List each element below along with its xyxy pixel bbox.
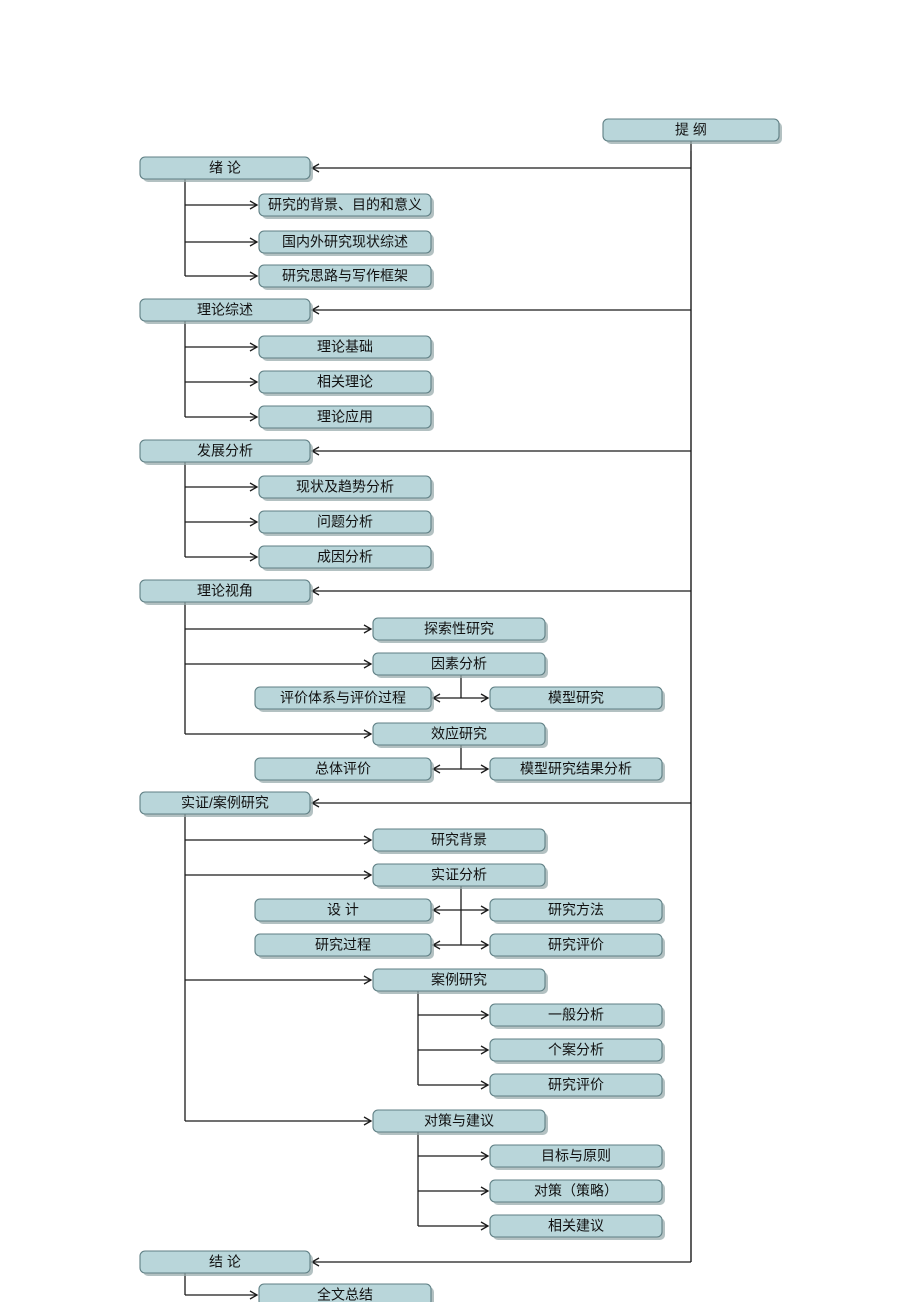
node-introduction-研究思路与写作框架[interactable]: 研究思路与写作框架 [258, 264, 434, 290]
section-box-theoretical-perspective[interactable]: 理论视角 [139, 579, 313, 605]
node-theoretical-perspective-模型研究结果分析[interactable]: 模型研究结果分析 [489, 757, 665, 783]
section-box-conclusion[interactable]: 结 论 [139, 1250, 313, 1276]
node-introduction-研究的背景、目的和意义[interactable]: 研究的背景、目的和意义 [258, 193, 434, 219]
node-theoretical-perspective-总体评价[interactable]: 总体评价 [254, 757, 434, 783]
diagram-canvas: 提 纲绪 论研究的背景、目的和意义 国内外研究现状综述 研究思路与写作框架理论综述理… [0, 0, 920, 1302]
node-empirical-case-study-目标与原则[interactable]: 目标与原则 [489, 1144, 665, 1170]
node-empirical-case-study-一般分析[interactable]: 一般分析 [489, 1003, 665, 1029]
node-empirical-case-study-设计[interactable]: 设 计 [254, 898, 434, 924]
node-development-analysis-成因分析[interactable]: 成因分析 [258, 545, 434, 571]
node-empirical-case-study-对策与建议[interactable]: 对策与建议 [372, 1109, 548, 1135]
node-empirical-case-study-研究过程[interactable]: 研究过程 [254, 933, 434, 959]
node-empirical-case-study-研究评价[interactable]: 研究评价 [489, 1073, 665, 1099]
title-box-outline[interactable]: 提 纲 [602, 118, 782, 144]
section-box-theory-review[interactable]: 理论综述 [139, 298, 313, 324]
node-empirical-case-study-研究方法[interactable]: 研究方法 [489, 898, 665, 924]
node-theoretical-perspective-探索性研究[interactable]: 探索性研究 [372, 617, 548, 643]
node-empirical-case-study-对策（策略）[interactable]: 对策（策略） [489, 1179, 665, 1205]
node-theory-review-相关理论[interactable]: 相关理论 [258, 370, 434, 396]
node-conclusion-全文总结[interactable]: 全文总结 [258, 1283, 434, 1302]
node-development-analysis-现状及趋势分析[interactable]: 现状及趋势分析 [258, 475, 434, 501]
node-development-analysis-问题分析[interactable]: 问题分析 [258, 510, 434, 536]
node-theoretical-perspective-效应研究[interactable]: 效应研究 [372, 722, 548, 748]
node-empirical-case-study-实证分析[interactable]: 实证分析 [372, 863, 548, 889]
node-theory-review-理论应用[interactable]: 理论应用 [258, 405, 434, 431]
node-empirical-case-study-个案分析[interactable]: 个案分析 [489, 1038, 665, 1064]
section-box-empirical-case-study[interactable]: 实证/案例研究 [139, 791, 313, 817]
section-box-introduction[interactable]: 绪 论 [139, 156, 313, 182]
node-empirical-case-study-案例研究[interactable]: 案例研究 [372, 968, 548, 994]
node-theoretical-perspective-因素分析[interactable]: 因素分析 [372, 652, 548, 678]
node-theory-review-理论基础[interactable]: 理论基础 [258, 335, 434, 361]
node-theoretical-perspective-模型研究[interactable]: 模型研究 [489, 686, 665, 712]
node-introduction-国内外研究现状综述[interactable]: 国内外研究现状综述 [258, 230, 434, 256]
node-empirical-case-study-研究背景[interactable]: 研究背景 [372, 828, 548, 854]
node-boxes: 提 纲绪 论研究的背景、目的和意义国内外研究现状综述研究思路与写作框架理论综述理… [139, 118, 782, 1302]
node-empirical-case-study-相关建议[interactable]: 相关建议 [489, 1214, 665, 1240]
outline-flowchart: 提 纲绪 论研究的背景、目的和意义国内外研究现状综述研究思路与写作框架理论综述理… [139, 118, 782, 1302]
section-box-development-analysis[interactable]: 发展分析 [139, 439, 313, 465]
node-theoretical-perspective-评价体系与评价过程[interactable]: 评价体系与评价过程 [254, 686, 434, 712]
node-empirical-case-study-研究评价[interactable]: 研究评价 [489, 933, 665, 959]
